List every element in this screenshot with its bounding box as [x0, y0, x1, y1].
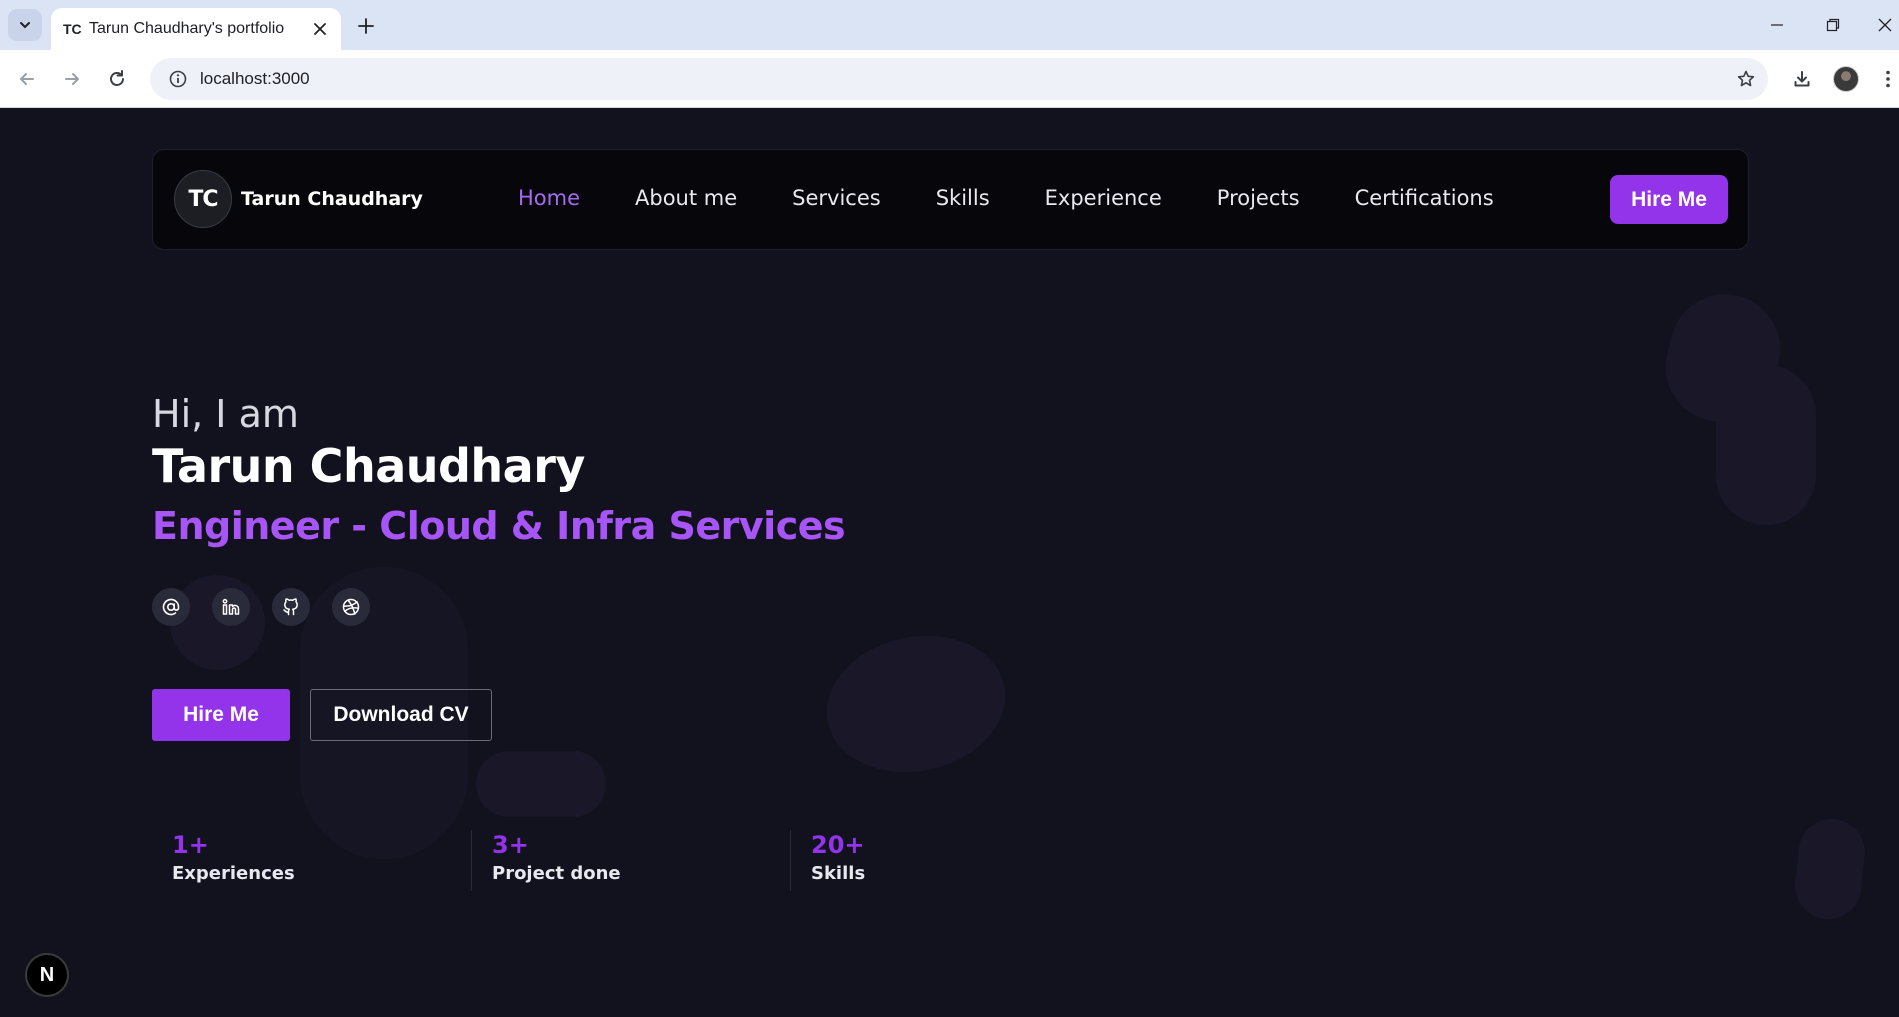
- more-vertical-icon: [1885, 70, 1890, 88]
- brand[interactable]: TC Tarun Chaudhary: [174, 170, 423, 228]
- portfolio-page: TC Tarun Chaudhary Home About me Service…: [0, 109, 1899, 1017]
- linkedin-icon: [222, 598, 240, 615]
- restore-icon: [1826, 18, 1840, 32]
- at-sign-icon: [162, 598, 180, 616]
- stat-value: 3+: [492, 831, 529, 859]
- chevron-down-icon: [20, 22, 30, 29]
- decorative-blob: [814, 619, 1018, 789]
- nextjs-devtools-badge[interactable]: N: [25, 953, 69, 997]
- brand-name: Tarun Chaudhary: [241, 188, 423, 210]
- browser-tab[interactable]: TC Tarun Chaudhary's portfolio: [51, 8, 341, 50]
- stat-projects: 3+ Project done: [492, 831, 621, 891]
- github-icon: [283, 598, 298, 616]
- back-button[interactable]: [10, 62, 44, 96]
- tab-title: Tarun Chaudhary's portfolio: [89, 20, 285, 37]
- hero-role: Engineer - Cloud & Infra Services: [152, 504, 846, 548]
- github-link[interactable]: [272, 588, 310, 626]
- reload-button[interactable]: [100, 62, 134, 96]
- site-navbar: TC Tarun Chaudhary Home About me Service…: [152, 149, 1749, 250]
- stat-label: Project done: [492, 863, 621, 884]
- nav-links: Home About me Services Skills Experience…: [518, 186, 1494, 210]
- restore-button[interactable]: [1816, 10, 1850, 40]
- bookmark-star-icon[interactable]: [1724, 69, 1768, 89]
- close-window-button[interactable]: [1870, 10, 1899, 40]
- nav-link-skills[interactable]: Skills: [936, 186, 990, 210]
- minimize-button[interactable]: [1760, 10, 1794, 40]
- tab-search-button[interactable]: [8, 9, 42, 41]
- tab-favicon: TC: [63, 21, 82, 37]
- stat-value: 1+: [172, 831, 209, 859]
- social-links: [152, 588, 370, 626]
- nav-link-about[interactable]: About me: [635, 186, 737, 210]
- plus-icon: [358, 18, 374, 34]
- brand-logo: TC: [174, 170, 232, 228]
- stat-skills: 20+ Skills: [811, 831, 865, 891]
- stat-experiences: 1+ Experiences: [172, 831, 295, 891]
- forward-button[interactable]: [55, 62, 89, 96]
- site-info-icon[interactable]: [156, 69, 200, 89]
- arrow-left-icon: [20, 73, 34, 85]
- download-cv-button[interactable]: Download CV: [310, 689, 492, 741]
- stat-divider: [790, 830, 791, 891]
- downloads-button[interactable]: [1786, 63, 1818, 95]
- arrow-right-icon: [65, 73, 79, 85]
- tab-close-button[interactable]: [309, 18, 331, 40]
- nav-link-certifications[interactable]: Certifications: [1355, 186, 1494, 210]
- close-icon: [314, 23, 326, 35]
- address-bar[interactable]: localhost:3000: [150, 58, 1768, 100]
- dribbble-icon: [342, 598, 360, 616]
- nav-link-services[interactable]: Services: [792, 186, 881, 210]
- decorative-blob: [476, 751, 606, 817]
- stat-label: Skills: [811, 863, 866, 884]
- url-text[interactable]: localhost:3000: [200, 69, 1724, 89]
- dribbble-link[interactable]: [332, 588, 370, 626]
- browser-toolbar: localhost:3000: [0, 50, 1899, 108]
- download-icon: [1794, 71, 1810, 87]
- browser-menu-button[interactable]: [1876, 63, 1899, 95]
- stat-divider: [471, 830, 472, 891]
- reload-icon: [110, 70, 124, 86]
- nav-link-home[interactable]: Home: [518, 186, 580, 210]
- browser-tab-strip: TC Tarun Chaudhary's portfolio: [0, 0, 1899, 50]
- hero-hire-button[interactable]: Hire Me: [152, 689, 290, 741]
- linkedin-link[interactable]: [212, 588, 250, 626]
- email-link[interactable]: [152, 588, 190, 626]
- decorative-blob: [1716, 365, 1816, 525]
- stat-label: Experiences: [172, 863, 295, 884]
- hero-name: Tarun Chaudhary: [152, 439, 585, 493]
- hero-greeting: Hi, I am: [152, 392, 299, 436]
- decorative-blob: [1791, 815, 1869, 923]
- profile-button[interactable]: [1830, 63, 1862, 95]
- nav-hire-button[interactable]: Hire Me: [1610, 175, 1728, 224]
- nav-link-experience[interactable]: Experience: [1045, 186, 1162, 210]
- minimize-icon: [1771, 24, 1783, 26]
- new-tab-button[interactable]: [352, 12, 380, 40]
- stat-value: 20+: [811, 831, 865, 859]
- nav-link-projects[interactable]: Projects: [1217, 186, 1300, 210]
- avatar: [1833, 66, 1859, 92]
- close-icon: [1878, 18, 1891, 32]
